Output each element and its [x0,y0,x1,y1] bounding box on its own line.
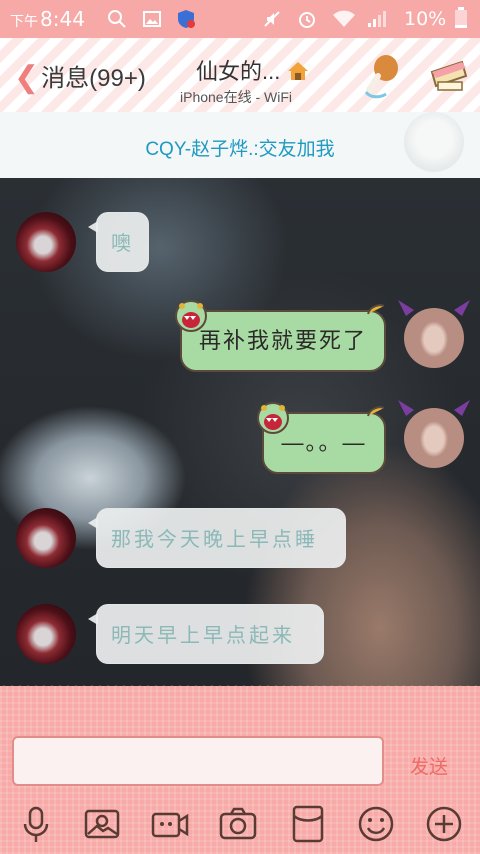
microphone-icon[interactable] [16,804,56,844]
user-avatar[interactable] [398,300,470,368]
back-label: 消息(99+) [41,65,146,92]
emoji-icon[interactable] [356,804,396,844]
drumstick-icon[interactable] [360,52,404,100]
photo-icon[interactable] [82,804,122,844]
monster-icon [175,300,207,332]
message-bubble-left[interactable]: 明天早上早点起来 [88,604,324,664]
message-bubble-left[interactable]: 噢 [88,212,149,272]
battery-percent: 10% [404,8,447,30]
search-icon [108,10,126,28]
chat-title[interactable]: 仙女的... [196,54,310,86]
contact-avatar[interactable] [16,508,76,568]
chevron-left-icon: ❮ [14,61,40,94]
chat-subtitle: iPhone在线 - WiFi [180,89,293,105]
devil-horns-icon [398,300,470,316]
mute-icon [264,11,280,27]
chat-banner[interactable]: CQY-赵子烨.:交友加我 [0,112,480,179]
wifi-icon [333,10,355,27]
banner-sticker [404,112,464,172]
status-bar: 下午 8:44 10% [0,0,480,38]
chat-header: ❮消息(99+) 仙女的... iPhone在线 - WiFi [0,38,480,113]
signal-icon [368,11,386,27]
message-input[interactable] [12,736,384,786]
back-button[interactable]: ❮消息(99+) [14,58,146,94]
send-button[interactable]: 发送 [410,752,448,779]
monster-horn-icon [367,304,385,315]
red-packet-icon[interactable] [288,804,328,844]
card-icon[interactable] [428,54,470,96]
message-bubble-right[interactable]: —。。— [254,398,390,478]
shield-icon [178,10,195,28]
house-icon [288,62,309,80]
camera-icon[interactable] [218,804,258,844]
status-am-pm: 下午 [10,14,38,30]
battery-icon [455,7,467,28]
status-time: 8:44 [40,7,85,31]
chat-area[interactable]: 噢 再补我就要死了 —。。— 那我今天晚上早点睡 明天早上早点起来 [0,178,480,686]
image-icon [143,11,161,27]
message-bubble-left[interactable]: 那我今天晚上早点睡 [88,508,346,568]
plus-icon[interactable] [424,804,464,844]
user-avatar[interactable] [398,400,470,468]
message-bubble-right[interactable]: 再补我就要死了 [172,296,390,376]
contact-avatar[interactable] [16,212,76,272]
contact-avatar[interactable] [16,604,76,664]
alarm-icon [299,12,315,28]
monster-icon [257,402,289,434]
monster-horn-icon [367,406,385,417]
devil-horns-icon [398,400,470,416]
message-text: 再补我就要死了 [180,310,386,372]
video-icon[interactable] [150,804,190,844]
